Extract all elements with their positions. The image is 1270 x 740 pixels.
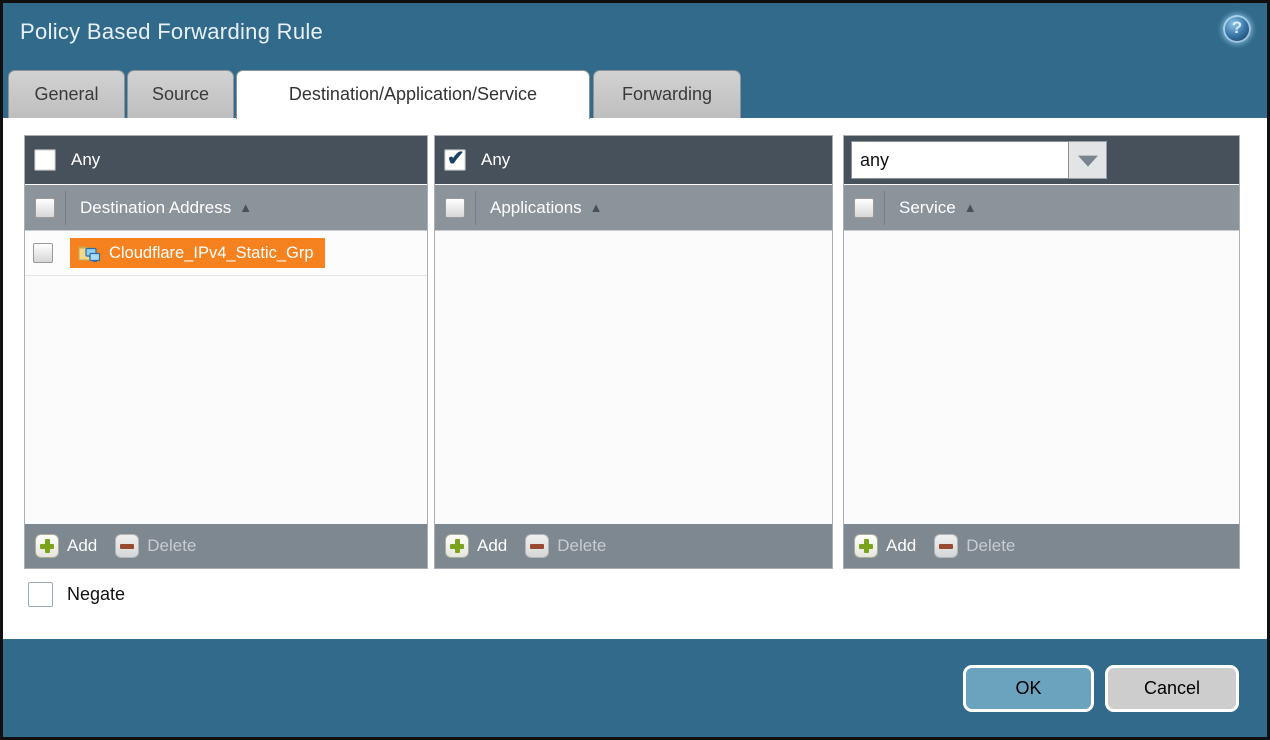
negate-control: Negate [28, 582, 125, 607]
service-any-bar: any [844, 136, 1239, 184]
destination-select-all-checkbox[interactable] [35, 198, 55, 218]
destination-column-header[interactable]: Destination Address ▲ [25, 184, 427, 230]
sort-asc-icon: ▲ [239, 200, 252, 215]
service-select-all-checkbox[interactable] [854, 198, 874, 218]
add-icon[interactable] [854, 534, 878, 558]
destination-add-button[interactable]: Add [67, 536, 97, 556]
destination-row-entry[interactable]: Cloudflare_IPv4_Static_Grp [70, 238, 325, 268]
delete-icon[interactable] [934, 534, 958, 558]
title-bar: Policy Based Forwarding Rule ? [3, 3, 1267, 67]
add-icon[interactable] [35, 534, 59, 558]
service-add-button[interactable]: Add [886, 536, 916, 556]
header-divider [475, 191, 476, 225]
address-group-icon [77, 243, 101, 263]
tab-forwarding[interactable]: Forwarding [593, 70, 741, 119]
applications-header-label: Applications [490, 198, 582, 218]
service-list [844, 230, 1239, 524]
service-delete-button[interactable]: Delete [966, 536, 1015, 556]
applications-any-checkbox[interactable] [444, 149, 466, 171]
applications-select-all-checkbox[interactable] [445, 198, 465, 218]
destination-any-label: Any [71, 150, 100, 170]
ok-button[interactable]: OK [963, 665, 1094, 712]
applications-panel: Any Applications ▲ Add Delete [434, 135, 833, 569]
destination-list: Cloudflare_IPv4_Static_Grp [25, 230, 427, 524]
delete-icon[interactable] [525, 534, 549, 558]
help-icon[interactable]: ? [1223, 15, 1251, 43]
negate-label: Negate [67, 584, 125, 605]
sort-asc-icon: ▲ [590, 200, 603, 215]
dialog-title: Policy Based Forwarding Rule [20, 19, 323, 45]
add-icon[interactable] [445, 534, 469, 558]
applications-delete-button[interactable]: Delete [557, 536, 606, 556]
service-panel: any Service ▲ Add Delete [843, 135, 1240, 569]
applications-any-bar: Any [435, 136, 832, 184]
service-toolbar: Add Delete [844, 524, 1239, 568]
applications-column-header[interactable]: Applications ▲ [435, 184, 832, 230]
destination-toolbar: Add Delete [25, 524, 427, 568]
service-dropdown-value[interactable]: any [851, 141, 1069, 179]
destination-address-panel: Any Destination Address ▲ [24, 135, 428, 569]
sort-asc-icon: ▲ [964, 200, 977, 215]
negate-checkbox[interactable] [28, 582, 53, 607]
service-dropdown[interactable]: any [851, 141, 1107, 179]
applications-toolbar: Add Delete [435, 524, 832, 568]
header-divider [884, 191, 885, 225]
applications-any-label: Any [481, 150, 510, 170]
destination-row-checkbox[interactable] [33, 243, 53, 263]
destination-row-label: Cloudflare_IPv4_Static_Grp [109, 244, 314, 263]
delete-icon[interactable] [115, 534, 139, 558]
destination-any-checkbox[interactable] [34, 149, 56, 171]
dropdown-arrow-icon[interactable] [1069, 141, 1107, 179]
tab-destination-application-service[interactable]: Destination/Application/Service [236, 70, 590, 119]
tab-general[interactable]: General [8, 70, 125, 119]
service-column-header[interactable]: Service ▲ [844, 184, 1239, 230]
cancel-button[interactable]: Cancel [1105, 665, 1239, 712]
header-divider [65, 191, 66, 225]
tab-source[interactable]: Source [127, 70, 234, 119]
service-header-label: Service [899, 198, 956, 218]
destination-row[interactable]: Cloudflare_IPv4_Static_Grp [25, 231, 427, 276]
destination-header-label: Destination Address [80, 198, 231, 218]
destination-delete-button[interactable]: Delete [147, 536, 196, 556]
applications-add-button[interactable]: Add [477, 536, 507, 556]
destination-any-bar: Any [25, 136, 427, 184]
applications-list [435, 230, 832, 524]
pbf-rule-dialog: Policy Based Forwarding Rule ? General S… [0, 0, 1270, 740]
